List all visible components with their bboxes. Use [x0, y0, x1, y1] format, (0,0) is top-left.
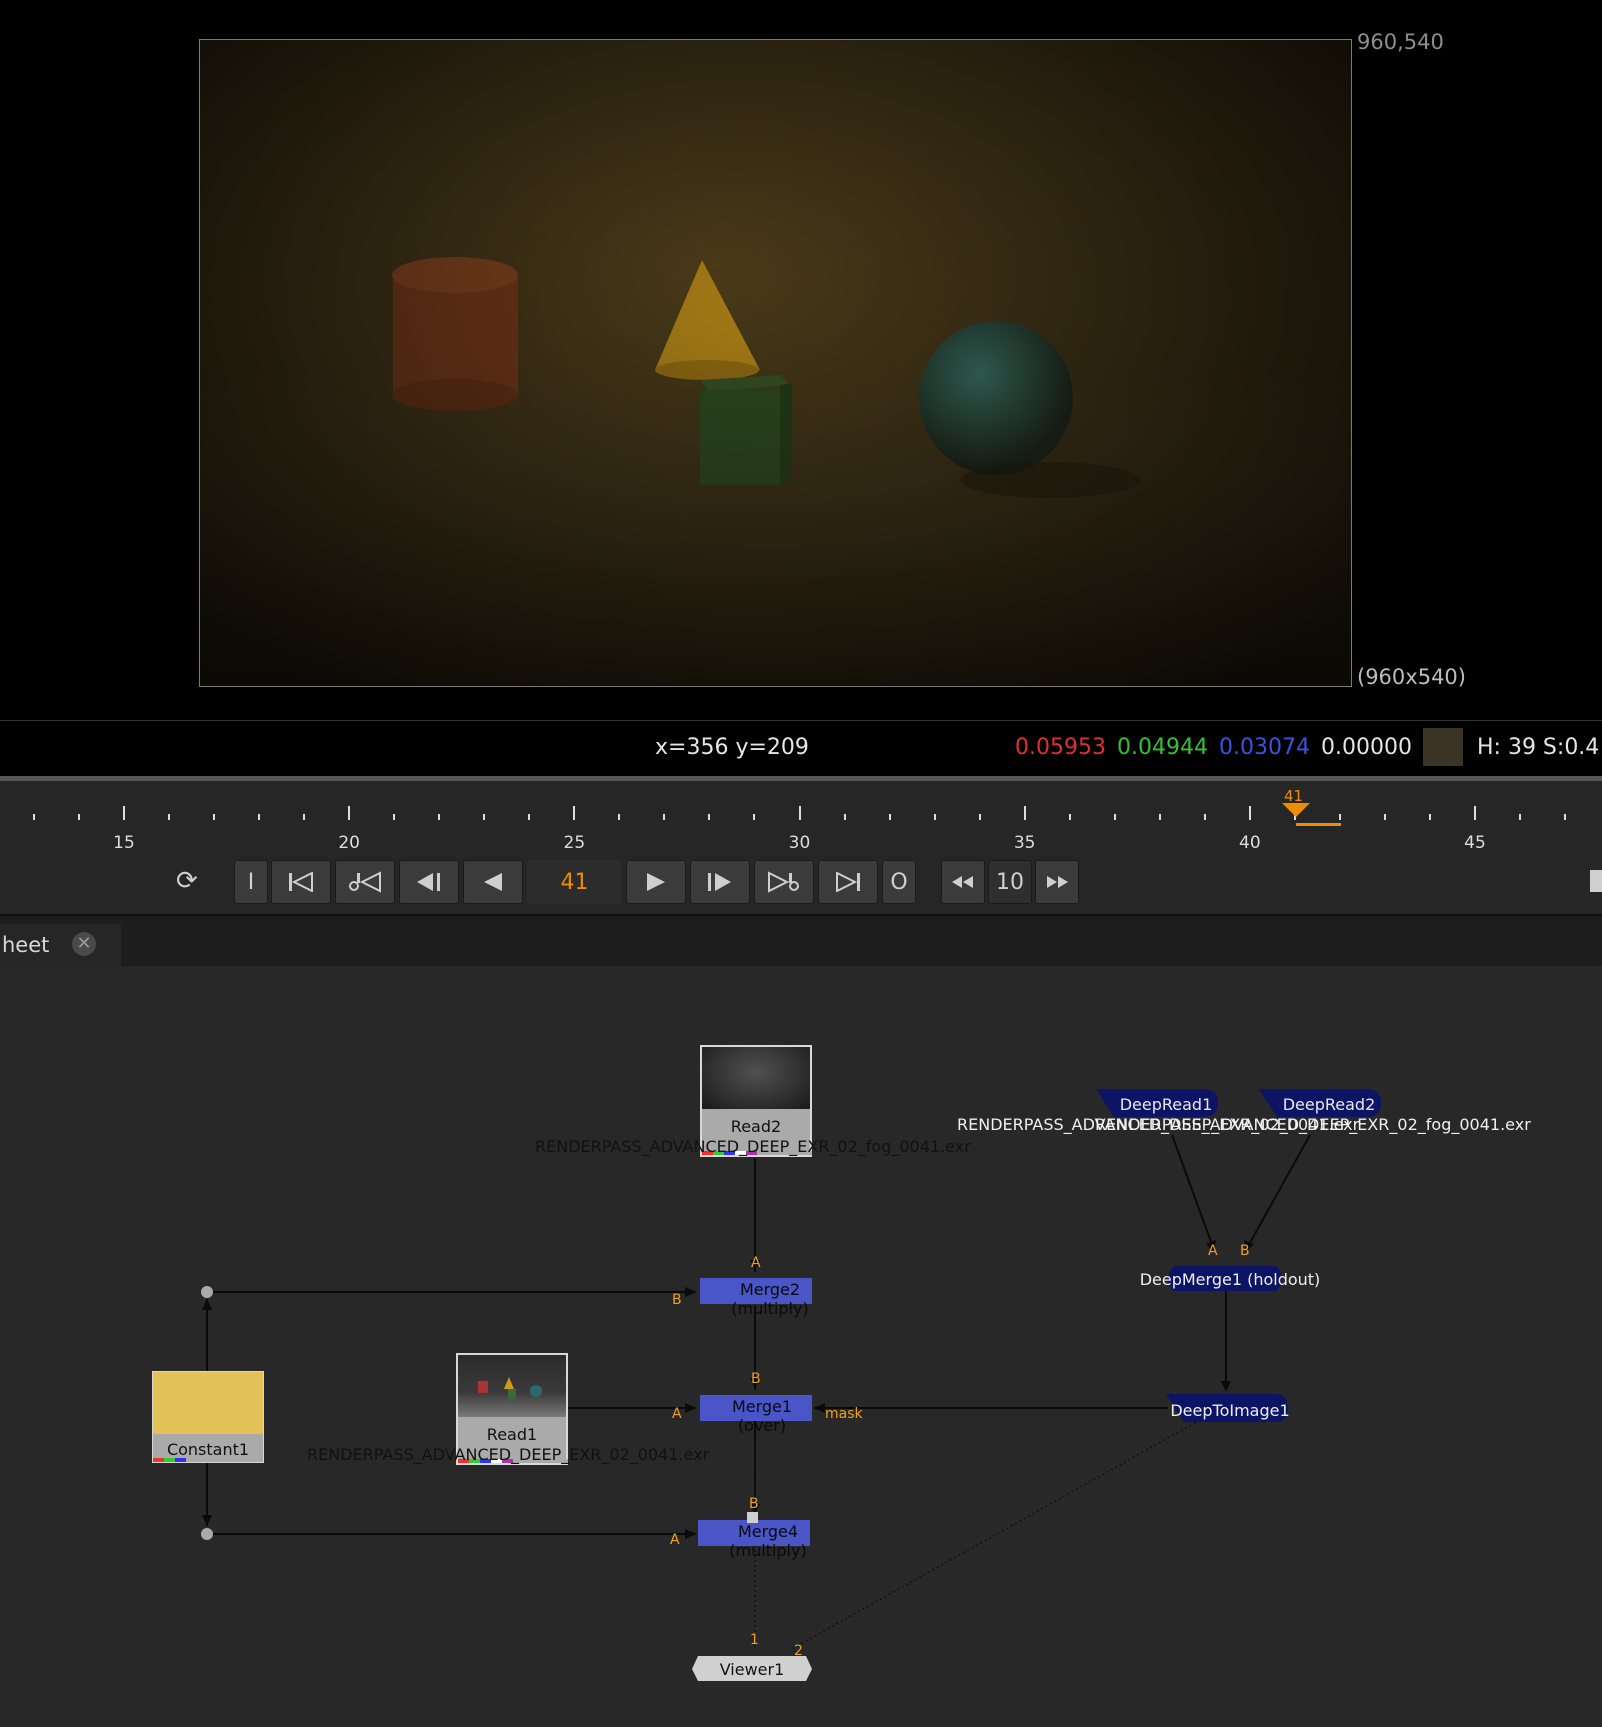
viewer1-input-1: 1	[750, 1632, 759, 1648]
read2-thumbnail	[702, 1047, 810, 1109]
merge1-label: Merge1 (over)	[731, 1397, 793, 1435]
node-connections	[201, 1134, 1311, 1651]
read2-path: RENDERPASS_ADVANCED_DEEP_EXR_02_fog_0041…	[535, 1137, 971, 1156]
deepread1-label: DeepRead1	[1119, 1095, 1213, 1114]
merge4-mix-handle[interactable]	[747, 1512, 758, 1523]
merge1-input-b: B	[751, 1371, 761, 1387]
merge1-node[interactable]: Merge1 (over)	[700, 1395, 812, 1435]
read1-label: Read1	[486, 1425, 538, 1444]
constant1-swatch	[153, 1372, 263, 1434]
deepmerge1-label: DeepMerge1 (holdout)	[1139, 1270, 1321, 1289]
viewer1-label: Viewer1	[719, 1660, 785, 1679]
merge2-node[interactable]: Merge2 (multiply)	[700, 1278, 812, 1318]
constant1-node[interactable]: Constant1	[152, 1371, 264, 1463]
merge4-label: Merge4 (multiply)	[729, 1522, 807, 1560]
deepread2-label: DeepRead2	[1282, 1095, 1376, 1114]
deepread2-path: RENDERPASS_ADVANCED_DEEP_EXR_02_fog_0041…	[1095, 1115, 1531, 1134]
constant1-channels	[153, 1458, 263, 1462]
merge4-input-a: A	[670, 1532, 680, 1548]
merge2-input-b: B	[672, 1292, 682, 1308]
deepmerge1-input-a: A	[1208, 1243, 1218, 1259]
merge1-input-a: A	[672, 1406, 682, 1422]
merge4-input-b: B	[749, 1496, 759, 1512]
deepmerge1-input-b: B	[1240, 1243, 1250, 1259]
constant1-label: Constant1	[166, 1440, 250, 1459]
read1-path: RENDERPASS_ADVANCED_DEEP_EXR_02_0041.exr	[307, 1445, 710, 1464]
deeptoimage1-label: DeepToImage1	[1170, 1401, 1290, 1420]
merge4-node[interactable]: Merge4 (multiply)	[698, 1520, 810, 1560]
merge2-input-a: A	[751, 1255, 761, 1271]
read1-thumbnail	[458, 1355, 566, 1417]
merge2-label: Merge2 (multiply)	[731, 1280, 809, 1318]
merge1-mask-input: mask	[825, 1406, 863, 1422]
read2-label: Read2	[730, 1117, 782, 1136]
